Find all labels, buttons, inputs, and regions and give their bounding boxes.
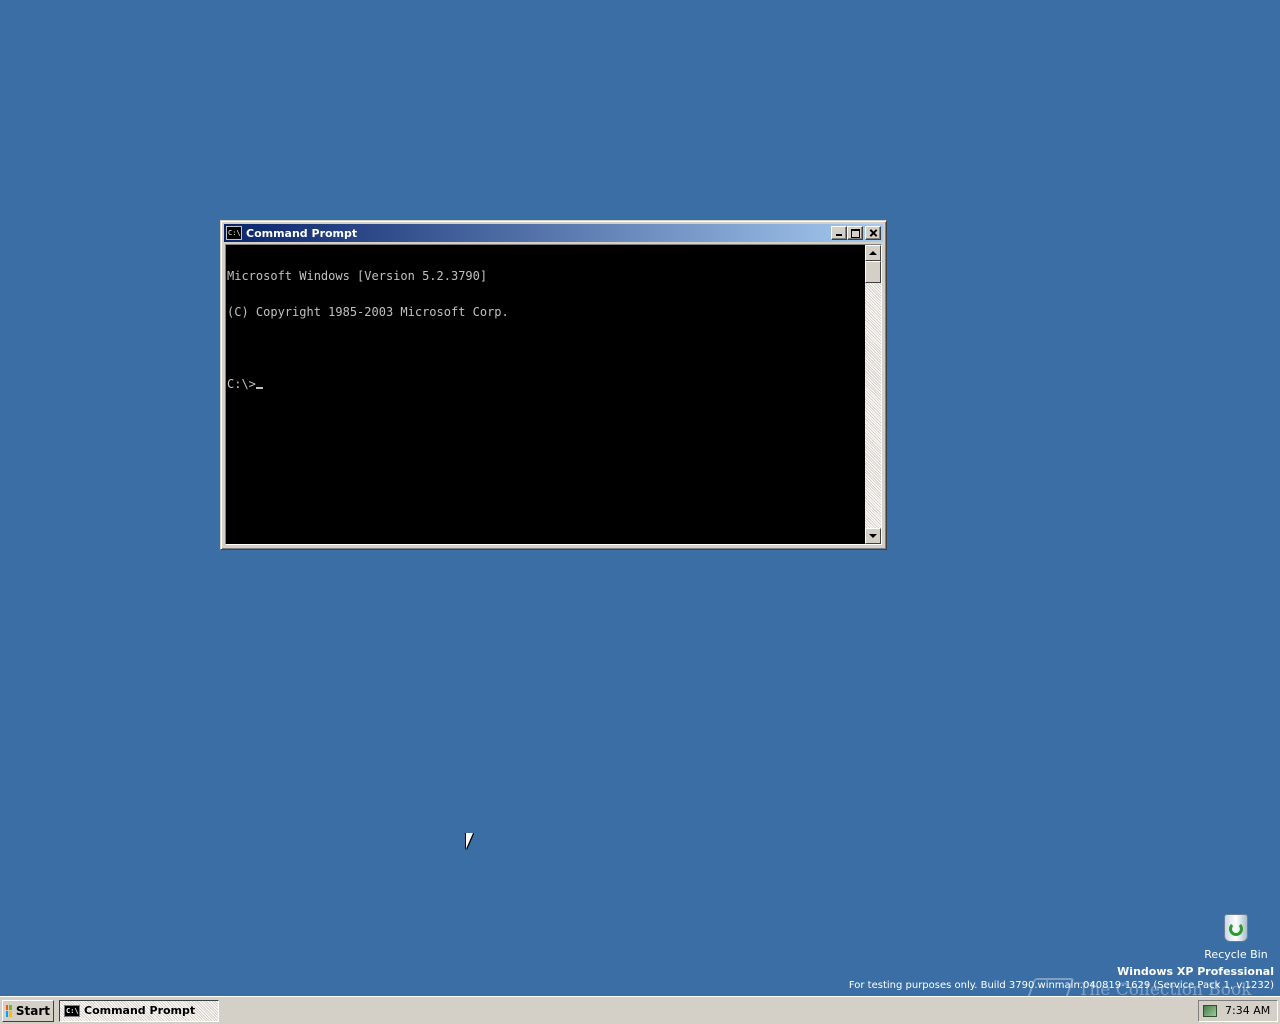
console-icon: C:\ [64,1004,80,1017]
system-tray: 7:34 AM [1198,999,1278,1022]
window-titlebar[interactable]: C:\ Command Prompt [224,224,883,242]
console-prompt: C:\> [227,377,256,391]
console-line: (C) Copyright 1985-2003 Microsoft Corp. [227,305,509,319]
text-cursor [255,387,263,389]
mouse-pointer-icon [466,833,480,849]
network-tray-icon[interactable] [1203,1004,1217,1017]
taskbar-item-command-prompt[interactable]: C:\ Command Prompt [59,999,219,1022]
scroll-track[interactable] [865,283,881,528]
start-button[interactable]: Start [2,999,54,1022]
recycle-bin-icon[interactable] [1220,910,1252,944]
console-client-area: Microsoft Windows [Version 5.2.3790] (C)… [225,244,882,545]
console-icon[interactable]: C:\ [226,226,242,240]
build-info-text: For testing purposes only. Build 3790.wi… [848,980,1274,991]
command-prompt-window[interactable]: C:\ Command Prompt Microsoft Windows [Ve… [220,220,887,550]
windows-logo-icon [6,1004,12,1017]
scroll-down-button[interactable] [865,528,881,544]
taskbar: Start C:\ Command Prompt 7:34 AM [0,996,1280,1024]
window-title: Command Prompt [246,226,358,240]
console-line: Microsoft Windows [Version 5.2.3790] [227,269,488,283]
maximize-button[interactable] [847,226,863,240]
clock[interactable]: 7:34 AM [1225,1004,1270,1017]
recycle-bin-shortcut[interactable]: Recycle Bin [1200,910,1272,961]
windows-edition-text: Windows XP Professional [1117,965,1274,978]
recycle-bin-label[interactable]: Recycle Bin [1200,948,1272,961]
console-output[interactable]: Microsoft Windows [Version 5.2.3790] (C)… [226,245,865,544]
close-button[interactable] [865,226,881,240]
minimize-button[interactable] [831,226,847,240]
start-label: Start [15,1003,50,1018]
scroll-up-button[interactable] [865,245,881,261]
vertical-scrollbar[interactable] [865,245,881,544]
recycle-arrows-icon [1229,922,1243,936]
console-prompt-line[interactable]: C:\> [227,378,864,390]
scroll-thumb[interactable] [865,261,881,283]
taskbar-item-label: Command Prompt [84,1004,196,1017]
